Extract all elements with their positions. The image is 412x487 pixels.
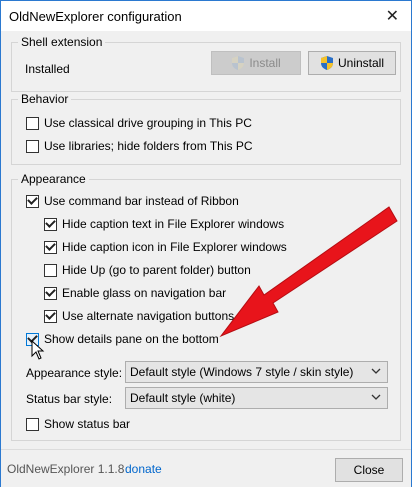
show-status-bar-checkbox[interactable]: Show status bar (26, 415, 130, 433)
use-command-bar-checkbox[interactable]: Use command bar instead of Ribbon (26, 192, 239, 210)
close-icon[interactable]: ✕ (386, 6, 399, 26)
close-button[interactable]: Close (335, 458, 403, 482)
checkbox-label: Hide caption text in File Explorer windo… (62, 217, 285, 231)
show-details-pane-checkbox[interactable]: Show details pane on the bottom (26, 330, 219, 348)
alternate-navigation-checkbox[interactable]: Use alternate navigation buttons (44, 307, 234, 325)
donate-link[interactable]: donate (125, 462, 162, 476)
appearance-style-label: Appearance style: (26, 366, 123, 380)
checkbox-label: Enable glass on navigation bar (62, 286, 227, 300)
install-button[interactable]: Install (211, 51, 301, 75)
checkbox-box[interactable] (44, 240, 57, 254)
status-bar-style-label: Status bar style: (26, 392, 113, 406)
behavior-title: Behavior (18, 92, 72, 106)
checkbox-label: Show status bar (44, 417, 131, 431)
checkbox-label: Use command bar instead of Ribbon (44, 194, 239, 208)
footer-bar: OldNewExplorer 1.1.8 donate Close (1, 449, 411, 487)
shield-icon (232, 56, 245, 70)
checkbox-box[interactable] (44, 286, 57, 300)
checkbox-label: Hide Up (go to parent folder) button (62, 263, 251, 277)
behavior-group: Behavior Use classical drive grouping in… (11, 92, 401, 165)
appearance-style-select[interactable]: Default style (Windows 7 style / skin st… (125, 361, 388, 383)
version-text: OldNewExplorer 1.1.8 (7, 462, 125, 476)
classical-drive-grouping-checkbox[interactable]: Use classical drive grouping in This PC (26, 114, 252, 132)
shell-extension-title: Shell extension (18, 35, 106, 49)
hide-caption-text-checkbox[interactable]: Hide caption text in File Explorer windo… (44, 215, 284, 233)
status-bar-style-select[interactable]: Default style (white) (125, 387, 388, 409)
hide-up-button-checkbox[interactable]: Hide Up (go to parent folder) button (44, 261, 251, 279)
checkbox-label: Hide caption icon in File Explorer windo… (62, 240, 287, 254)
hide-caption-icon-checkbox[interactable]: Hide caption icon in File Explorer windo… (44, 238, 287, 256)
shell-extension-group: Shell extension Installed Install Uninst… (11, 35, 401, 92)
enable-glass-checkbox[interactable]: Enable glass on navigation bar (44, 284, 226, 302)
dialog-content: Shell extension Installed Install Uninst… (1, 31, 411, 449)
use-libraries-checkbox[interactable]: Use libraries; hide folders from This PC (26, 137, 253, 155)
shield-icon (320, 56, 333, 70)
appearance-group: Appearance Use command bar instead of Ri… (11, 172, 401, 441)
uninstall-button[interactable]: Uninstall (308, 51, 396, 75)
title-bar[interactable]: OldNewExplorer configuration ✕ (1, 1, 411, 31)
checkbox-box[interactable] (26, 332, 39, 346)
checkbox-box[interactable] (26, 417, 39, 431)
checkbox-box[interactable] (44, 263, 57, 277)
checkbox-box[interactable] (44, 217, 57, 231)
checkbox-box[interactable] (26, 116, 39, 130)
appearance-style-value: Default style (Windows 7 style / skin st… (130, 365, 354, 379)
checkbox-label: Use libraries; hide folders from This PC (44, 139, 253, 153)
close-label: Close (353, 463, 385, 477)
appearance-title: Appearance (18, 172, 89, 186)
config-window: OldNewExplorer configuration ✕ Shell ext… (0, 0, 412, 487)
window-title: OldNewExplorer configuration (9, 9, 182, 24)
install-label: Install (249, 56, 281, 70)
checkbox-label: Use alternate navigation buttons (62, 309, 235, 323)
uninstall-label: Uninstall (337, 56, 385, 70)
chevron-down-icon (371, 394, 381, 400)
install-status: Installed (25, 62, 70, 76)
checkbox-box[interactable] (26, 194, 39, 208)
status-bar-style-value: Default style (white) (130, 391, 236, 405)
checkbox-label: Show details pane on the bottom (44, 332, 219, 346)
checkbox-box[interactable] (44, 309, 57, 323)
checkbox-label: Use classical drive grouping in This PC (44, 116, 252, 130)
chevron-down-icon (371, 368, 381, 374)
checkbox-box[interactable] (26, 139, 39, 153)
